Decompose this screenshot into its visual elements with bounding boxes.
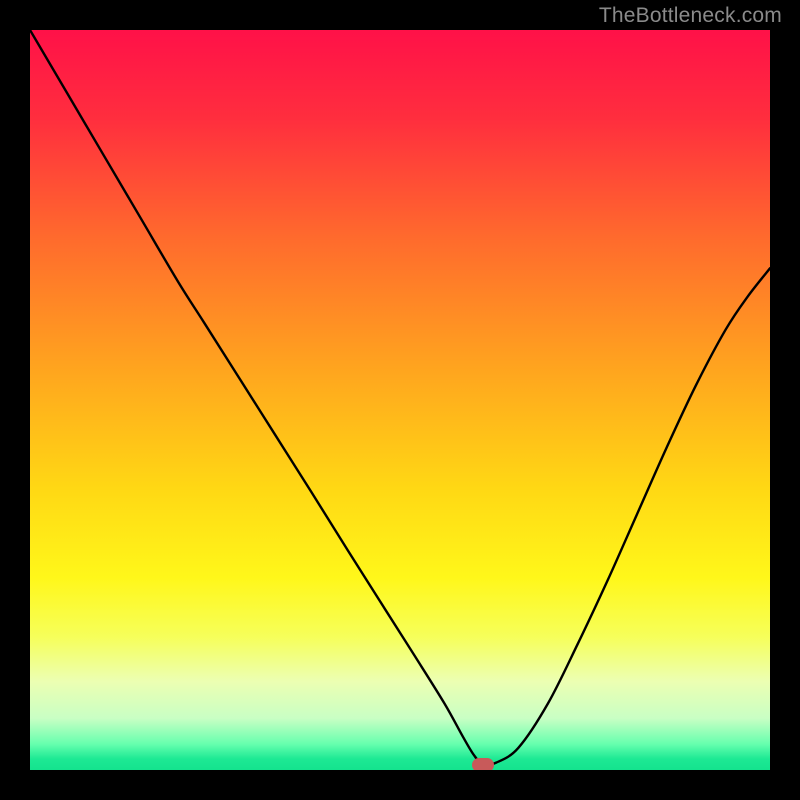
plot-area [30, 30, 770, 770]
bottleneck-curve [30, 30, 770, 770]
optimal-point-marker [472, 758, 494, 770]
chart-frame: TheBottleneck.com [0, 0, 800, 800]
watermark-text: TheBottleneck.com [599, 4, 782, 28]
